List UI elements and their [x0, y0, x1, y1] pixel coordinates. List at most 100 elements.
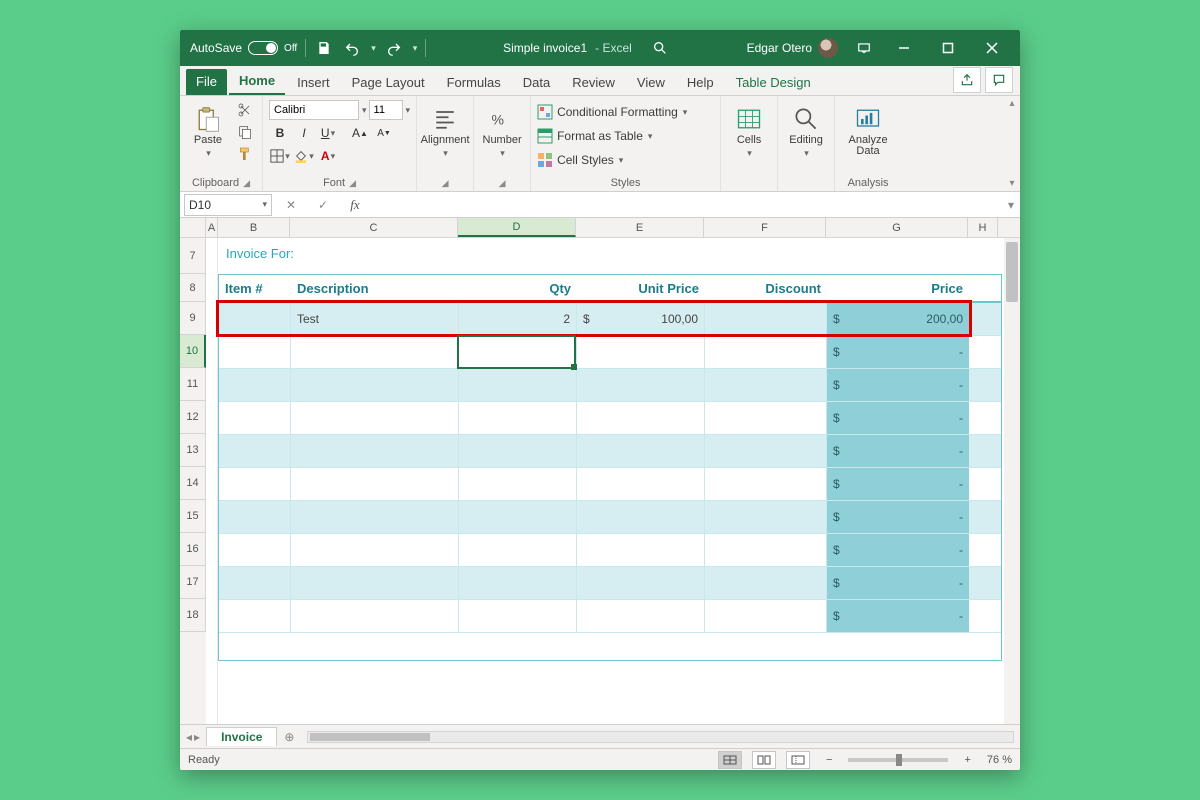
- tab-formulas[interactable]: Formulas: [437, 69, 511, 95]
- cell[interactable]: [459, 402, 577, 434]
- ribbon-display-icon[interactable]: [854, 38, 874, 58]
- cell[interactable]: [705, 468, 827, 500]
- cell[interactable]: 2: [459, 303, 577, 335]
- paste-button[interactable]: Paste ▾: [186, 100, 230, 166]
- zoom-in-button[interactable]: +: [964, 754, 970, 766]
- cell[interactable]: [577, 336, 705, 368]
- chevron-down-icon[interactable]: ▾: [406, 105, 411, 116]
- cell[interactable]: [459, 435, 577, 467]
- table-row[interactable]: $-: [219, 435, 1001, 468]
- scrollbar-thumb[interactable]: [310, 733, 430, 741]
- format-painter-button[interactable]: [234, 144, 256, 164]
- cell[interactable]: [219, 435, 291, 467]
- cell[interactable]: Test: [291, 303, 459, 335]
- chevron-up-icon[interactable]: ▴: [1009, 98, 1014, 109]
- font-size-input[interactable]: [369, 100, 403, 120]
- chevron-down-icon[interactable]: ▾: [1009, 178, 1014, 189]
- format-as-table-button[interactable]: Format as Table▾: [537, 126, 652, 146]
- cell[interactable]: [577, 369, 705, 401]
- table-row[interactable]: Test2$100,00$200,00: [219, 303, 1001, 336]
- cell[interactable]: [577, 435, 705, 467]
- cell[interactable]: $-: [827, 600, 969, 632]
- horizontal-scrollbar[interactable]: [307, 731, 1014, 743]
- name-box[interactable]: D10 ▾: [184, 194, 272, 216]
- chevron-down-icon[interactable]: ▾: [371, 43, 376, 54]
- tab-file[interactable]: File: [186, 69, 227, 95]
- row-header-16[interactable]: 16: [180, 533, 206, 566]
- enter-formula-button[interactable]: ✓: [310, 194, 336, 216]
- cell[interactable]: [291, 501, 459, 533]
- expand-formula-bar-button[interactable]: ▾: [1002, 198, 1020, 212]
- row-header-10[interactable]: 10: [180, 335, 206, 368]
- table-row[interactable]: $-: [219, 468, 1001, 501]
- row-header-9[interactable]: 9: [180, 302, 206, 335]
- cell[interactable]: [459, 369, 577, 401]
- cell[interactable]: [705, 336, 827, 368]
- zoom-level[interactable]: 76 %: [987, 754, 1012, 766]
- view-page-layout-button[interactable]: [752, 751, 776, 769]
- underline-button[interactable]: U▾: [317, 123, 339, 143]
- dialog-launcher-icon[interactable]: ◢: [349, 178, 356, 189]
- sheet-nav-next[interactable]: ▸: [194, 730, 200, 744]
- cell[interactable]: $-: [827, 435, 969, 467]
- column-header-B[interactable]: B: [218, 218, 290, 237]
- tab-data[interactable]: Data: [513, 69, 560, 95]
- share-button[interactable]: [953, 67, 981, 93]
- zoom-out-button[interactable]: −: [826, 754, 832, 766]
- cell[interactable]: [291, 435, 459, 467]
- cell[interactable]: $-: [827, 369, 969, 401]
- vertical-scrollbar[interactable]: [1004, 238, 1020, 724]
- alignment-button[interactable]: Alignment ▾: [423, 100, 467, 166]
- cell[interactable]: $-: [827, 501, 969, 533]
- sheet-nav-prev[interactable]: ◂: [186, 730, 192, 744]
- table-row[interactable]: $-: [219, 402, 1001, 435]
- cell[interactable]: [291, 369, 459, 401]
- number-button[interactable]: % Number ▾: [480, 100, 524, 166]
- increase-font-button[interactable]: A▲: [349, 123, 371, 143]
- table-row[interactable]: $-: [219, 567, 1001, 600]
- cell[interactable]: [459, 567, 577, 599]
- row-header-7[interactable]: 7: [180, 238, 206, 274]
- cell[interactable]: [291, 567, 459, 599]
- cell[interactable]: [219, 402, 291, 434]
- save-icon[interactable]: [314, 38, 334, 58]
- chevron-down-icon[interactable]: ▾: [262, 199, 267, 210]
- insert-function-button[interactable]: fx: [342, 194, 368, 216]
- minimize-button[interactable]: [882, 30, 926, 66]
- borders-button[interactable]: ▾: [269, 146, 291, 166]
- cell[interactable]: [219, 336, 291, 368]
- select-all-button[interactable]: [180, 218, 206, 237]
- cell[interactable]: [577, 567, 705, 599]
- redo-icon[interactable]: [384, 38, 404, 58]
- table-row[interactable]: $-: [219, 600, 1001, 633]
- cell[interactable]: [705, 600, 827, 632]
- cell[interactable]: $-: [827, 402, 969, 434]
- tab-help[interactable]: Help: [677, 69, 724, 95]
- dialog-launcher-icon[interactable]: ◢: [499, 178, 506, 189]
- row-header-13[interactable]: 13: [180, 434, 206, 467]
- row-header-11[interactable]: 11: [180, 368, 206, 401]
- cell[interactable]: [705, 501, 827, 533]
- cell[interactable]: [705, 369, 827, 401]
- copy-button[interactable]: [234, 122, 256, 142]
- column-header-C[interactable]: C: [290, 218, 458, 237]
- cell[interactable]: [705, 567, 827, 599]
- cell[interactable]: [705, 303, 827, 335]
- decrease-font-button[interactable]: A▼: [373, 123, 395, 143]
- cell[interactable]: $-: [827, 567, 969, 599]
- tab-insert[interactable]: Insert: [287, 69, 340, 95]
- cell[interactable]: [705, 402, 827, 434]
- cell[interactable]: [459, 534, 577, 566]
- slider-thumb[interactable]: [896, 754, 902, 766]
- column-header-D[interactable]: D: [458, 218, 576, 237]
- font-name-input[interactable]: [269, 100, 359, 120]
- cell[interactable]: [219, 303, 291, 335]
- cell[interactable]: [577, 468, 705, 500]
- tab-view[interactable]: View: [627, 69, 675, 95]
- chevron-down-icon[interactable]: ▾: [413, 43, 418, 54]
- table-row[interactable]: $-: [219, 501, 1001, 534]
- new-sheet-button[interactable]: ⊕: [277, 730, 301, 744]
- zoom-slider[interactable]: [848, 758, 948, 762]
- tab-review[interactable]: Review: [562, 69, 625, 95]
- search-icon[interactable]: [650, 38, 670, 58]
